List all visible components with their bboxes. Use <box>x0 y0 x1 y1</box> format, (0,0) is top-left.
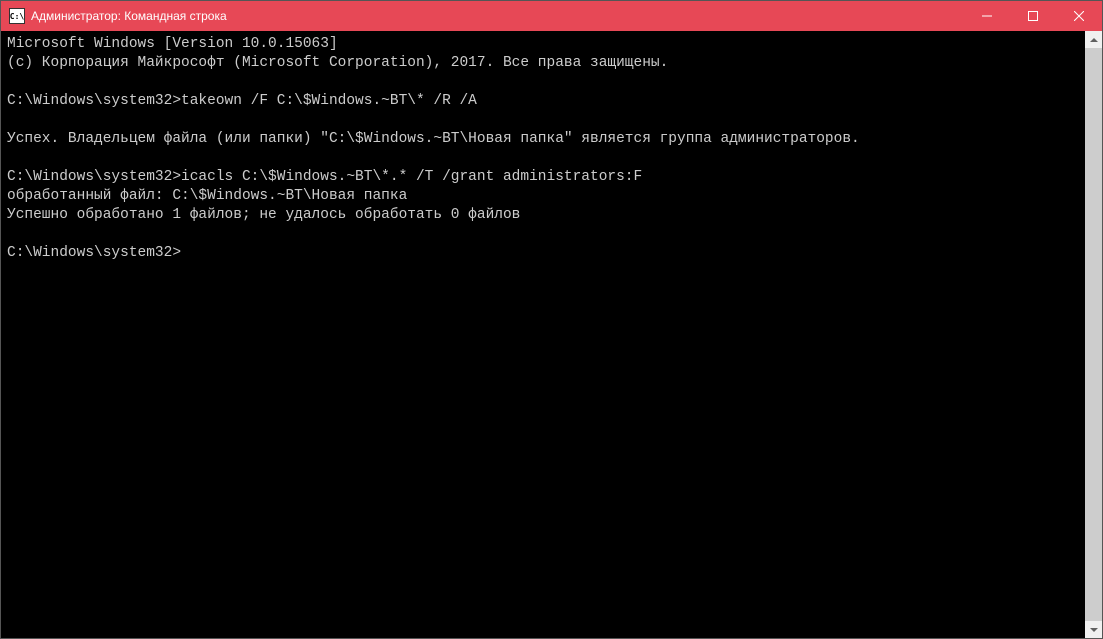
vertical-scrollbar[interactable] <box>1085 31 1102 638</box>
terminal-line: Microsoft Windows [Version 10.0.15063] <box>7 35 1079 54</box>
terminal-line: Успех. Владельцем файла (или папки) "C:\… <box>7 130 1079 149</box>
terminal-line <box>7 149 1079 168</box>
terminal-line: (c) Корпорация Майкрософт (Microsoft Cor… <box>7 54 1079 73</box>
minimize-button[interactable] <box>964 1 1010 31</box>
maximize-button[interactable] <box>1010 1 1056 31</box>
terminal-line: Успешно обработано 1 файлов; не удалось … <box>7 206 1079 225</box>
terminal-line: C:\Windows\system32> <box>7 244 1079 263</box>
app-icon: C:\ <box>9 8 25 24</box>
chevron-down-icon <box>1090 628 1098 632</box>
titlebar[interactable]: C:\ Администратор: Командная строка <box>1 1 1102 31</box>
maximize-icon <box>1028 11 1038 21</box>
scrollbar-track[interactable] <box>1085 48 1102 621</box>
command-prompt-window: C:\ Администратор: Командная строка Micr… <box>0 0 1103 639</box>
terminal-line <box>7 225 1079 244</box>
terminal-line <box>7 111 1079 130</box>
app-icon-text: C:\ <box>10 12 24 21</box>
close-button[interactable] <box>1056 1 1102 31</box>
terminal-line <box>7 73 1079 92</box>
scrollbar-up-arrow[interactable] <box>1085 31 1102 48</box>
close-icon <box>1074 11 1084 21</box>
terminal-line: обработанный файл: C:\$Windows.~BT\Новая… <box>7 187 1079 206</box>
terminal-line: C:\Windows\system32>icacls C:\$Windows.~… <box>7 168 1079 187</box>
content-area: Microsoft Windows [Version 10.0.15063](c… <box>1 31 1102 638</box>
terminal-line: C:\Windows\system32>takeown /F C:\$Windo… <box>7 92 1079 111</box>
minimize-icon <box>982 11 992 21</box>
scrollbar-thumb[interactable] <box>1085 48 1102 621</box>
chevron-up-icon <box>1090 38 1098 42</box>
window-title: Администратор: Командная строка <box>31 9 964 23</box>
terminal-output[interactable]: Microsoft Windows [Version 10.0.15063](c… <box>1 31 1085 638</box>
scrollbar-down-arrow[interactable] <box>1085 621 1102 638</box>
window-controls <box>964 1 1102 31</box>
